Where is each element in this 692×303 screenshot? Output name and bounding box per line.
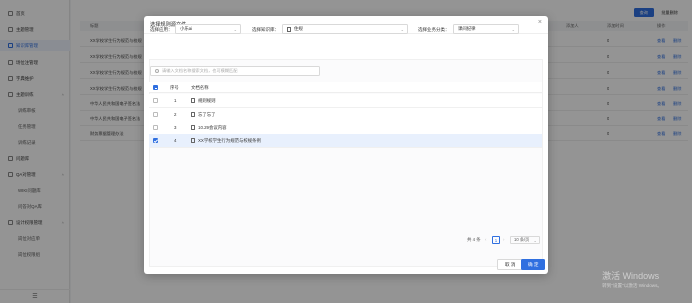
kb-select-label: 选择知识库：: [252, 27, 279, 32]
watermark-title: 激活 Windows: [602, 271, 660, 281]
column-header-index: 序号: [170, 85, 179, 90]
document-search-input[interactable]: 请输入文档名称搜索文档，也可模糊匹配: [150, 66, 320, 76]
app-select-label: 选择应用：: [150, 27, 173, 32]
category-select-value: 课间纪律: [458, 26, 476, 31]
page-size-value: 10 条/页: [514, 237, 530, 242]
category-select-label: 选择业务分类：: [418, 27, 450, 32]
watermark-subtitle: 转到"设置"以激活 Windows。: [602, 283, 662, 288]
kb-select[interactable]: 住规 ⌄: [282, 24, 408, 34]
windows-activation-watermark: 激活 Windows 转到"设置"以激活 Windows。: [602, 269, 662, 289]
row-index: 3: [174, 125, 177, 130]
search-placeholder: 请输入文档名称搜索文档，也可模糊匹配: [162, 68, 238, 73]
chevron-down-icon: ⌄: [511, 26, 515, 32]
row-index: 4: [174, 138, 177, 143]
chevron-down-icon: ⌄: [233, 26, 237, 32]
pagination-total: 共 4 条: [467, 237, 481, 242]
row-index: 1: [174, 98, 177, 103]
row-checkbox[interactable]: [153, 125, 158, 130]
confirm-button[interactable]: 确 定: [521, 259, 546, 270]
cancel-button[interactable]: 取 消: [497, 259, 524, 270]
page-size-select[interactable]: 10 条/页 ⌄: [510, 236, 540, 244]
file-icon: [191, 138, 195, 143]
app-select[interactable]: 小乐ai ⌄: [175, 24, 241, 34]
row-document-name: XX学校学生行为规范与校规条例: [198, 138, 261, 143]
select-all-checkbox[interactable]: [153, 85, 158, 90]
close-icon[interactable]: ×: [538, 19, 542, 26]
search-icon: [155, 69, 159, 73]
chevron-down-icon: ⌄: [400, 26, 404, 32]
chevron-down-icon: ⌄: [533, 237, 537, 243]
row-checkbox-checked[interactable]: [153, 138, 158, 143]
column-header-document-name: 文档名称: [191, 85, 209, 90]
kb-select-value: 住规: [294, 26, 303, 31]
row-document-name: 忘了忘了: [198, 112, 216, 117]
row-checkbox[interactable]: [153, 98, 158, 103]
file-icon: [191, 98, 195, 103]
row-document-name: 10.29会议内容: [198, 125, 227, 130]
row-document-name: 规则规则: [198, 98, 216, 103]
row-checkbox[interactable]: [153, 112, 158, 117]
app-select-value: 小乐ai: [180, 26, 193, 31]
file-icon: [191, 125, 195, 130]
pagination-next-button[interactable]: ›: [503, 237, 504, 242]
row-index: 2: [174, 112, 177, 117]
file-icon: [191, 112, 195, 117]
pagination-page-1[interactable]: 1: [492, 236, 500, 244]
category-select[interactable]: 课间纪律 ⌄: [453, 24, 519, 34]
pagination-prev-button[interactable]: ‹: [485, 237, 486, 242]
document-icon: [287, 26, 291, 32]
